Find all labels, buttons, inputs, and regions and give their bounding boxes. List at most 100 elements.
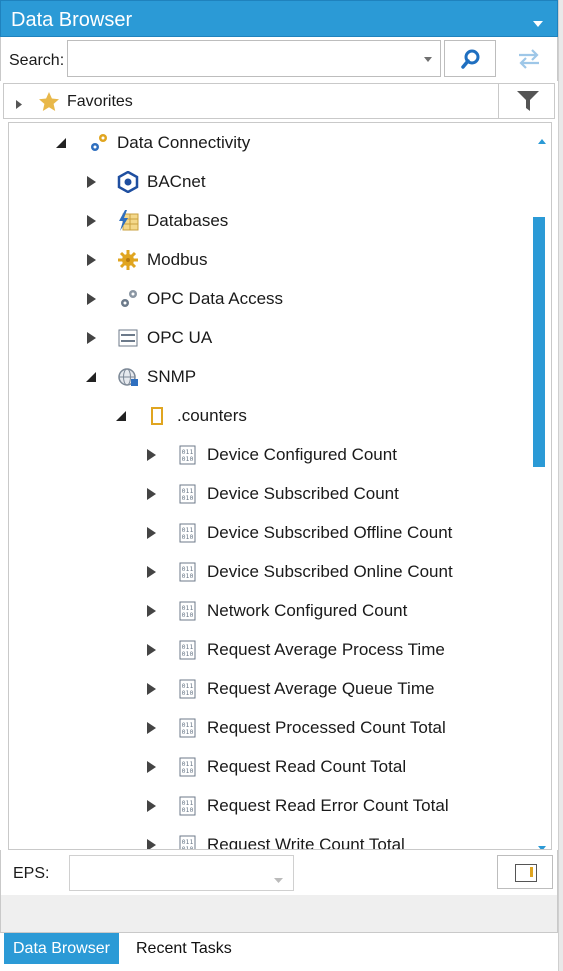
expand-arrow-icon[interactable] [83,174,99,190]
svg-text:010: 010 [182,572,194,580]
tree-node-label: SNMP [147,367,197,386]
snmp-icon [117,366,139,388]
expand-arrow-icon[interactable] [143,759,159,775]
binary-tag-icon: 011 010 [177,678,197,700]
expand-arrow-icon[interactable] [143,447,159,463]
tree-node-counter[interactable]: 011 010 Request Average Process Time [143,632,445,668]
expand-arrow-icon[interactable] [143,720,159,736]
binary-tag-icon: 011 010 [177,522,197,544]
binary-tag-icon: 011 010 [177,483,197,505]
tree-node-bacnet[interactable]: BACnet [83,164,206,200]
tree-node-databases[interactable]: Databases [83,203,228,239]
search-row: Search: [0,37,558,81]
tree-node-snmp[interactable]: SNMP [83,359,196,395]
tree-node-counter[interactable]: 011 010 Request Write Count Total [143,827,405,849]
svg-text:010: 010 [182,455,194,463]
svg-text:010: 010 [182,533,194,541]
collapse-arrow-icon[interactable] [53,135,69,151]
expand-arrow-icon[interactable] [143,603,159,619]
tree-node-label: Network Configured Count [207,601,408,620]
svg-text:010: 010 [182,650,194,658]
eps-label: EPS: [13,865,50,882]
star-icon [39,92,59,116]
binary-tag-icon: 011 010 [177,639,197,661]
tab-data-browser[interactable]: Data Browser [4,933,119,964]
scrollbar-thumb[interactable] [533,217,545,467]
expand-arrow-icon[interactable] [83,213,99,229]
tree-node-label: Request Processed Count Total [207,718,446,737]
data-browser-panel: Data Browser Search: Favorites Data Conn… [0,0,558,971]
eps-select[interactable] [69,855,294,891]
tree-node-label: Modbus [147,250,208,269]
search-input[interactable] [67,40,441,77]
svg-text:010: 010 [182,494,194,502]
expand-arrow-icon[interactable] [143,564,159,580]
tree-node-counter[interactable]: 011 010 Device Configured Count [143,437,397,473]
panel-menu-icon[interactable] [533,15,543,33]
tree-node-label: Device Configured Count [207,445,397,464]
binary-tag-icon: 011 010 [177,756,197,778]
expand-arrow-icon[interactable] [83,330,99,346]
tab-recent-tasks[interactable]: Recent Tasks [127,933,241,964]
tree-node-counter[interactable]: 011 010 Device Subscribed Count [143,476,399,512]
tree-node-label: Databases [147,211,229,230]
tree-node-counter[interactable]: 011 010 Request Processed Count Total [143,710,446,746]
tree-node-opc-data-access[interactable]: OPC Data Access [83,281,283,317]
tree-node-counters-folder[interactable]: .counters [113,398,247,434]
expand-arrow-icon[interactable] [143,798,159,814]
tree-node-label: OPC Data Access [147,289,284,308]
tree-node-counter[interactable]: 011 010 Device Subscribed Online Count [143,554,453,590]
tree-node-counter[interactable]: 011 010 Request Read Error Count Total [143,788,449,824]
collapse-arrow-icon[interactable] [83,369,99,385]
data-tree: Data Connectivity BACnet Databases Modbu… [8,122,552,850]
tree-node-data-connectivity[interactable]: Data Connectivity [53,125,250,161]
tree-node-counter[interactable]: 011 010 Request Average Queue Time [143,671,434,707]
svg-text:010: 010 [182,767,194,775]
tree-node-label: Device Subscribed Count [207,484,399,503]
opc-ua-icon [117,327,139,349]
title-bar: Data Browser [0,0,558,37]
binary-tag-icon: 011 010 [177,600,197,622]
collapse-arrow-icon[interactable] [113,408,129,424]
bottom-edge [0,964,558,971]
panel-icon [515,864,537,882]
tree-node-label: Device Subscribed Offline Count [207,523,453,542]
tree-node-counter[interactable]: 011 010 Device Subscribed Offline Count [143,515,452,551]
search-button[interactable] [444,40,496,77]
svg-text:010: 010 [182,728,194,736]
expand-arrow-icon[interactable] [83,252,99,268]
chevron-down-icon [274,871,283,889]
binary-tag-icon: 011 010 [177,717,197,739]
scroll-down-arrow-icon[interactable] [538,838,546,849]
scroll-up-arrow-icon[interactable] [538,131,546,149]
eps-panel-button[interactable] [497,855,553,889]
binary-tag-icon: 011 010 [177,795,197,817]
expand-arrow-icon[interactable] [143,681,159,697]
bacnet-icon [117,171,139,193]
eps-row: EPS: [0,850,558,895]
expand-arrow-icon[interactable] [143,837,159,849]
search-dropdown-icon[interactable] [419,50,437,68]
tree-node-modbus[interactable]: Modbus [83,242,207,278]
filter-button[interactable] [498,83,556,119]
svg-text:010: 010 [182,611,194,619]
expand-arrow-icon[interactable] [16,96,22,114]
tree-node-opc-ua[interactable]: OPC UA [83,320,212,356]
favorites-row[interactable]: Favorites [3,83,555,119]
tree-node-counter[interactable]: 011 010 Network Configured Count [143,593,407,629]
expand-arrow-icon[interactable] [143,642,159,658]
svg-text:010: 010 [182,689,194,697]
expand-arrow-icon[interactable] [143,525,159,541]
bottom-tab-bar: Data Browser Recent Tasks [0,932,558,964]
gears-icon [87,132,109,154]
tree-node-counter[interactable]: 011 010 Request Read Count Total [143,749,406,785]
sync-button[interactable] [503,40,553,77]
favorites-label: Favorites [67,93,133,110]
tree-node-label: OPC UA [147,328,213,347]
filter-icon [517,91,539,116]
expand-arrow-icon[interactable] [143,486,159,502]
folder-icon [147,405,167,427]
tree-node-label: Request Average Process Time [207,640,445,659]
expand-arrow-icon[interactable] [83,291,99,307]
tree-node-label: Request Average Queue Time [207,679,435,698]
